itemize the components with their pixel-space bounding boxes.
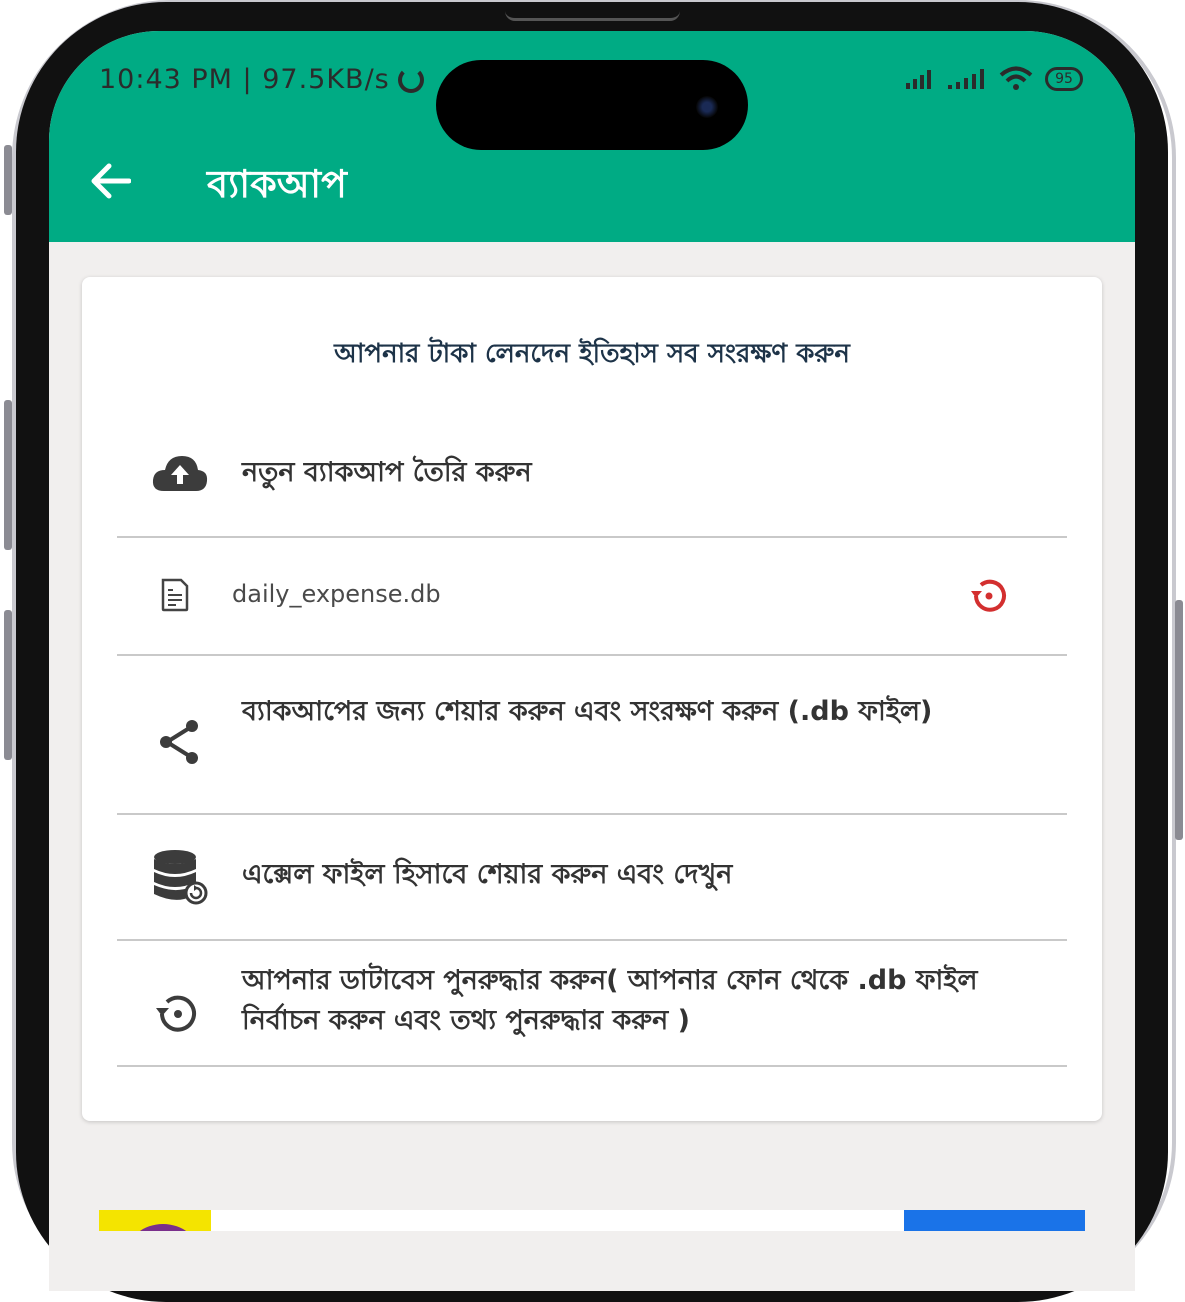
battery-icon: 95 bbox=[1045, 67, 1083, 91]
divider bbox=[117, 939, 1067, 941]
share-icon bbox=[160, 720, 198, 764]
side-button bbox=[4, 400, 12, 550]
backup-card: আপনার টাকা লেনদেন ইতিহাস সব সংরক্ষণ করুন… bbox=[82, 277, 1102, 1121]
restore-database-label: আপনার ডাটাবেস পুনরুদ্ধার করুন( আপনার ফোন… bbox=[242, 965, 978, 1036]
camera-icon bbox=[696, 96, 718, 118]
restore-icon bbox=[156, 995, 196, 1032]
create-backup-item[interactable]: নতুন ব্যাকআপ তৈরি করুন bbox=[117, 445, 1067, 505]
divider bbox=[117, 813, 1067, 815]
restore-icon[interactable] bbox=[967, 575, 1009, 617]
ad-thumbnail bbox=[99, 1210, 211, 1231]
page-title: ব্যাকআপ bbox=[207, 162, 347, 206]
divider bbox=[117, 654, 1067, 656]
excel-share-label: এক্সেল ফাইল হিসাবে শেয়ার করুন এবং দেখুন bbox=[242, 859, 733, 890]
cloud-upload-icon bbox=[152, 456, 208, 491]
excel-share-item[interactable]: এক্সেল ফাইল হিসাবে শেয়ার করুন এবং দেখুন bbox=[117, 847, 1067, 907]
ad-thumbnail-shape bbox=[127, 1224, 199, 1231]
status-bar-left: 10:43 PM | 97.5KB/s bbox=[99, 64, 424, 95]
side-button bbox=[1175, 600, 1183, 840]
signal-icon bbox=[906, 70, 931, 89]
file-icon bbox=[161, 578, 189, 612]
ad-cta-button[interactable] bbox=[904, 1210, 1085, 1231]
side-button bbox=[4, 610, 12, 760]
phone-screen: 10:43 PM | 97.5KB/s 95 ব্যাকআপ আপনার টাক… bbox=[49, 31, 1135, 1291]
database-icon bbox=[154, 850, 208, 905]
status-time-speed: 10:43 PM | 97.5KB/s bbox=[99, 64, 390, 95]
backup-file-name: daily_expense.db bbox=[232, 580, 441, 608]
earpiece bbox=[505, 2, 680, 21]
backup-file-item[interactable]: daily_expense.db bbox=[117, 572, 1067, 622]
restore-database-item[interactable]: আপনার ডাটাবেস পুনরুদ্ধার করুন( আপনার ফোন… bbox=[117, 961, 1067, 1061]
share-backup-item[interactable]: ব্যাকআপের জন্য শেয়ার করুন এবং সংরক্ষণ ক… bbox=[117, 692, 1067, 792]
side-button bbox=[4, 145, 12, 215]
back-arrow-icon[interactable] bbox=[89, 161, 131, 201]
sync-icon bbox=[397, 66, 424, 93]
status-bar-right: 95 bbox=[905, 65, 1083, 93]
create-backup-label: নতুন ব্যাকআপ তৈরি করুন bbox=[242, 457, 532, 488]
signal-icon bbox=[948, 69, 984, 89]
ad-banner[interactable] bbox=[99, 1210, 1085, 1231]
divider bbox=[117, 1065, 1067, 1067]
divider bbox=[117, 536, 1067, 538]
wifi-icon bbox=[999, 66, 1033, 90]
dynamic-island bbox=[436, 60, 748, 150]
share-backup-label: ব্যাকআপের জন্য শেয়ার করুন এবং সংরক্ষণ ক… bbox=[242, 696, 933, 727]
app-bar: 10:43 PM | 97.5KB/s 95 ব্যাকআপ bbox=[49, 31, 1135, 242]
card-header: আপনার টাকা লেনদেন ইতিহাস সব সংরক্ষণ করুন bbox=[334, 339, 850, 369]
